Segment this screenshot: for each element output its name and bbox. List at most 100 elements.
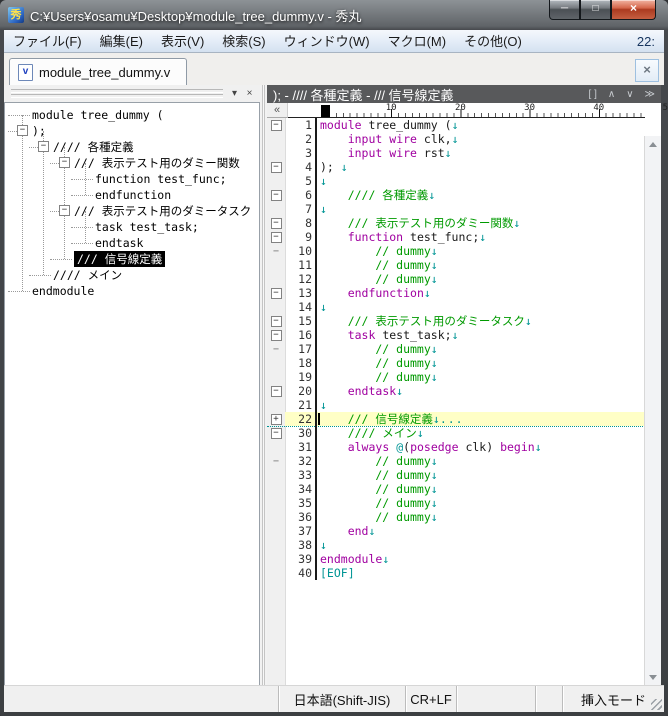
code-line-18[interactable]: 18 // dummy↓ <box>267 356 645 370</box>
code-line-15[interactable]: −15 /// 表示テスト用のダミータスク↓ <box>267 314 645 328</box>
code-text[interactable]: // dummy↓ <box>317 482 438 496</box>
fold-collapse-icon[interactable]: − <box>271 316 282 327</box>
code-line-3[interactable]: 3 input wire rst↓ <box>267 146 645 160</box>
code-text[interactable]: ↓ <box>317 300 327 314</box>
outline-bar[interactable]: ); - //// 各種定義 - /// 信号線定義 [ ]∧∨≫ <box>267 85 661 103</box>
panel-drag-grip[interactable] <box>11 88 223 99</box>
code-text[interactable]: endtask↓ <box>317 384 403 398</box>
menu-edit[interactable]: 編集(E) <box>91 31 152 52</box>
code-line-14[interactable]: 14↓ <box>267 300 645 314</box>
code-line-17[interactable]: −17 // dummy↓ <box>267 342 645 356</box>
code-line-7[interactable]: 7↓ <box>267 202 645 216</box>
app-icon[interactable]: 秀 <box>8 7 24 23</box>
folded-text-ellipsis[interactable]: ... <box>440 412 464 426</box>
tab-module-tree-dummy[interactable]: v module_tree_dummy.v <box>9 58 187 85</box>
prev-heading-icon[interactable]: ∧ <box>608 89 615 100</box>
fold-range-icon[interactable]: [ ] <box>589 89 597 100</box>
code-text[interactable]: input wire clk,↓ <box>317 132 459 146</box>
code-line-8[interactable]: −8 /// 表示テスト用のダミー関数↓ <box>267 216 645 230</box>
fold-collapse-icon[interactable]: − <box>271 428 282 439</box>
menu-file[interactable]: ファイル(F) <box>4 31 91 52</box>
code-line-33[interactable]: 33 // dummy↓ <box>267 468 645 482</box>
code-line-35[interactable]: 35 // dummy↓ <box>267 496 645 510</box>
outline-item-section-dummy-function[interactable]: −/// 表示テスト用のダミー関数 <box>5 155 259 171</box>
code-text[interactable]: // dummy↓ <box>317 454 438 468</box>
code-line-21[interactable]: 21↓ <box>267 398 645 412</box>
code-line-4[interactable]: −4); ↓ <box>267 160 645 174</box>
collapse-icon[interactable]: − <box>38 141 49 152</box>
scroll-down-button[interactable] <box>645 670 661 685</box>
code-text[interactable]: endfunction↓ <box>317 286 431 300</box>
code-line-13[interactable]: −13 endfunction↓ <box>267 286 645 300</box>
code-text[interactable]: always @(posedge clk) begin↓ <box>317 440 542 454</box>
maximize-button[interactable]: □ <box>580 0 611 20</box>
code-text[interactable]: ); ↓ <box>317 160 348 174</box>
code-text[interactable]: function test_func;↓ <box>317 230 486 244</box>
code-text[interactable]: // dummy↓ <box>317 342 438 356</box>
menu-search[interactable]: 検索(S) <box>213 31 274 52</box>
fold-collapse-icon[interactable]: − <box>271 330 282 341</box>
fold-collapse-icon[interactable]: − <box>271 232 282 243</box>
code-line-22[interactable]: +22 /// 信号線定義↓... <box>267 412 645 426</box>
code-line-34[interactable]: 34 // dummy↓ <box>267 482 645 496</box>
status-input-mode[interactable]: 挿入モード <box>562 686 664 712</box>
code-text[interactable]: end↓ <box>317 524 375 538</box>
code-line-12[interactable]: 12 // dummy↓ <box>267 272 645 286</box>
code-text[interactable]: // dummy↓ <box>317 272 438 286</box>
code-text[interactable]: task test_task;↓ <box>317 328 459 342</box>
code-line-39[interactable]: 39endmodule↓ <box>267 552 645 566</box>
code-text[interactable]: // dummy↓ <box>317 468 438 482</box>
status-line-break[interactable]: CR+LF <box>405 686 456 712</box>
menu-macro[interactable]: マクロ(M) <box>379 31 456 52</box>
code-line-30[interactable]: −30 //// メイン↓ <box>267 426 645 440</box>
outline-item-module-decl[interactable]: module tree_dummy ( <box>5 107 259 123</box>
menu-window[interactable]: ウィンドウ(W) <box>275 31 379 52</box>
code-line-6[interactable]: −6 //// 各種定義↓ <box>267 188 645 202</box>
code-line-31[interactable]: 31 always @(posedge clk) begin↓ <box>267 440 645 454</box>
outline-tree[interactable]: module tree_dummy (−);−//// 各種定義−/// 表示テ… <box>4 102 260 686</box>
code-text[interactable]: input wire rst↓ <box>317 146 452 160</box>
code-line-40[interactable]: 40[EOF] <box>267 566 645 580</box>
code-text[interactable]: // dummy↓ <box>317 510 438 524</box>
close-file-button[interactable]: × <box>635 59 659 82</box>
titlebar[interactable]: 秀 C:¥Users¥osamu¥Desktop¥module_tree_dum… <box>4 0 664 30</box>
code-text[interactable]: //// 各種定義↓ <box>317 188 435 202</box>
code-text[interactable]: module tree_dummy (↓ <box>317 118 459 132</box>
collapse-icon[interactable]: − <box>17 125 28 136</box>
code-text[interactable]: // dummy↓ <box>317 496 438 510</box>
code-text[interactable]: // dummy↓ <box>317 356 438 370</box>
code-text[interactable]: /// 信号線定義↓... <box>317 412 464 426</box>
code-text[interactable]: ↓ <box>317 202 327 216</box>
fold-collapse-icon[interactable]: − <box>271 218 282 229</box>
text-area[interactable]: −1module tree_dummy (↓2 input wire clk,↓… <box>267 118 661 686</box>
resize-grip[interactable] <box>651 699 662 710</box>
fold-expand-icon[interactable]: + <box>271 414 282 425</box>
scroll-up-button[interactable] <box>645 137 661 152</box>
code-text[interactable]: [EOF] <box>317 566 355 580</box>
code-line-32[interactable]: −32 // dummy↓ <box>267 454 645 468</box>
code-text[interactable]: /// 表示テスト用のダミー関数↓ <box>317 216 520 230</box>
code-text[interactable]: // dummy↓ <box>317 370 438 384</box>
outline-item-section-various-defs[interactable]: −//// 各種定義 <box>5 139 259 155</box>
minimize-button[interactable]: ─ <box>549 0 580 20</box>
fold-margin-collapse-button[interactable]: « <box>267 103 288 118</box>
code-text[interactable]: // dummy↓ <box>317 244 438 258</box>
vertical-scrollbar[interactable] <box>644 136 661 686</box>
code-line-37[interactable]: 37 end↓ <box>267 524 645 538</box>
outline-item-port-close[interactable]: −); <box>5 123 259 139</box>
code-line-2[interactable]: 2 input wire clk,↓ <box>267 132 645 146</box>
code-line-19[interactable]: 19 // dummy↓ <box>267 370 645 384</box>
code-text[interactable]: ↓ <box>317 538 327 552</box>
outline-item-task-test-task[interactable]: task test_task; <box>5 219 259 235</box>
next-heading-icon[interactable]: ∨ <box>626 89 633 100</box>
fold-collapse-icon[interactable]: − <box>271 190 282 201</box>
code-text[interactable]: ↓ <box>317 174 327 188</box>
outline-item-section-dummy-task[interactable]: −/// 表示テスト用のダミータスク <box>5 203 259 219</box>
outline-close-button[interactable]: × <box>242 87 257 101</box>
code-line-1[interactable]: −1module tree_dummy (↓ <box>267 118 645 132</box>
panel-splitter[interactable] <box>260 85 267 686</box>
collapse-icon[interactable]: − <box>59 157 70 168</box>
status-encoding[interactable]: 日本語(Shift-JIS) <box>278 686 405 712</box>
code-text[interactable]: //// メイン↓ <box>317 426 424 440</box>
code-line-16[interactable]: −16 task test_task;↓ <box>267 328 645 342</box>
